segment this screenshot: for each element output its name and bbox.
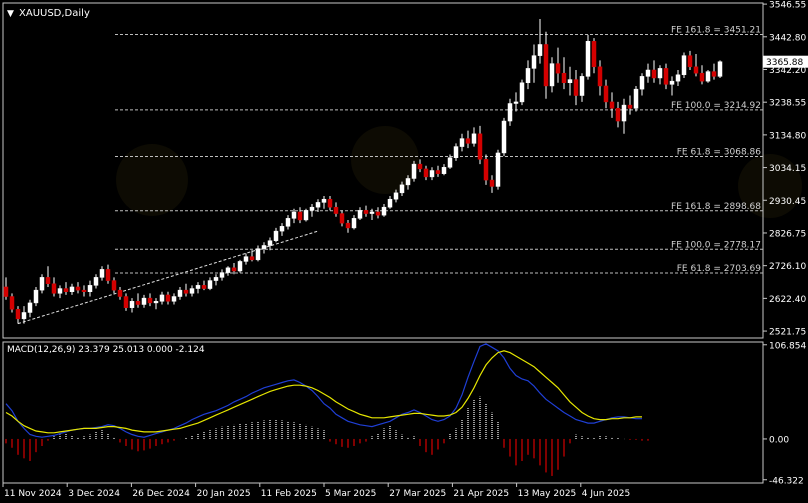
macd-y-tick-label: 0.00 — [769, 435, 789, 445]
candle[interactable] — [681, 52, 687, 78]
x-tick-label: 3 Dec 2024 — [68, 489, 120, 499]
x-tick-label: 26 Dec 2024 — [132, 489, 190, 499]
candle[interactable] — [705, 70, 711, 83]
candle[interactable] — [303, 208, 309, 222]
y-tick-label: 2826.75 — [769, 229, 806, 239]
candle[interactable] — [633, 85, 639, 112]
candle[interactable] — [411, 160, 417, 182]
collapse-triangle-icon[interactable]: ▼ — [7, 9, 14, 19]
candle[interactable] — [519, 79, 525, 106]
candle[interactable] — [501, 117, 507, 157]
x-tick-label: 4 Jun 2025 — [582, 489, 630, 499]
symbol-label: XAUUSD,Daily — [19, 8, 90, 19]
x-tick-label: 13 May 2025 — [518, 489, 577, 499]
y-tick-label: 2521.75 — [769, 328, 806, 338]
candle[interactable] — [585, 34, 591, 80]
x-tick-label: 27 Mar 2025 — [389, 489, 446, 499]
x-tick-label: 5 Mar 2025 — [325, 489, 376, 499]
macd-y-tick-label: -46.322 — [769, 476, 804, 486]
y-tick-label: 3134.80 — [769, 131, 806, 141]
chart-canvas[interactable]: 3546.553442.803342.203238.553134.803034.… — [0, 0, 808, 499]
x-tick-label: 11 Feb 2025 — [261, 489, 317, 499]
y-tick-label: 2930.45 — [769, 197, 806, 207]
y-tick-label: 3546.55 — [769, 1, 806, 11]
fib-level-label: FE 100.0 = 2778.17 — [671, 240, 761, 250]
macd-y-tick-label: 106.854 — [769, 341, 806, 351]
fib-level-label: FE 61.8 = 3068.86 — [677, 148, 762, 158]
x-tick-label: 11 Nov 2024 — [4, 489, 62, 499]
x-tick-label: 20 Jan 2025 — [197, 489, 251, 499]
candle[interactable] — [717, 60, 723, 78]
y-tick-label: 3034.15 — [769, 164, 806, 174]
fib-level-label: FE 161.8 = 2898.68 — [671, 202, 761, 212]
chart-window: 3546.55 3442.80 3342.20 3238.55 3134.80 3034.… — [0, 0, 808, 499]
y-tick-label: 3442.80 — [769, 33, 806, 43]
fib-level-label: FE 100.0 = 3214.92 — [671, 101, 761, 111]
current-price-label: 3365.88 — [766, 58, 803, 68]
fib-level-label: FE 161.8 = 3451.21 — [671, 26, 761, 36]
y-tick-label: 2726.10 — [769, 262, 806, 272]
y-tick-label: 2622.40 — [769, 295, 806, 305]
candle[interactable] — [495, 149, 501, 190]
macd-indicator-label: MACD(12,26,9) 23.379 25.013 0.000 -2.124 — [7, 345, 205, 355]
x-tick-label: 21 Apr 2025 — [453, 489, 509, 499]
y-tick-label: 3238.55 — [769, 99, 806, 109]
fib-level-label: FE 61.8 = 2703.69 — [677, 264, 762, 274]
candle[interactable] — [483, 154, 489, 185]
candle[interactable] — [237, 259, 243, 273]
